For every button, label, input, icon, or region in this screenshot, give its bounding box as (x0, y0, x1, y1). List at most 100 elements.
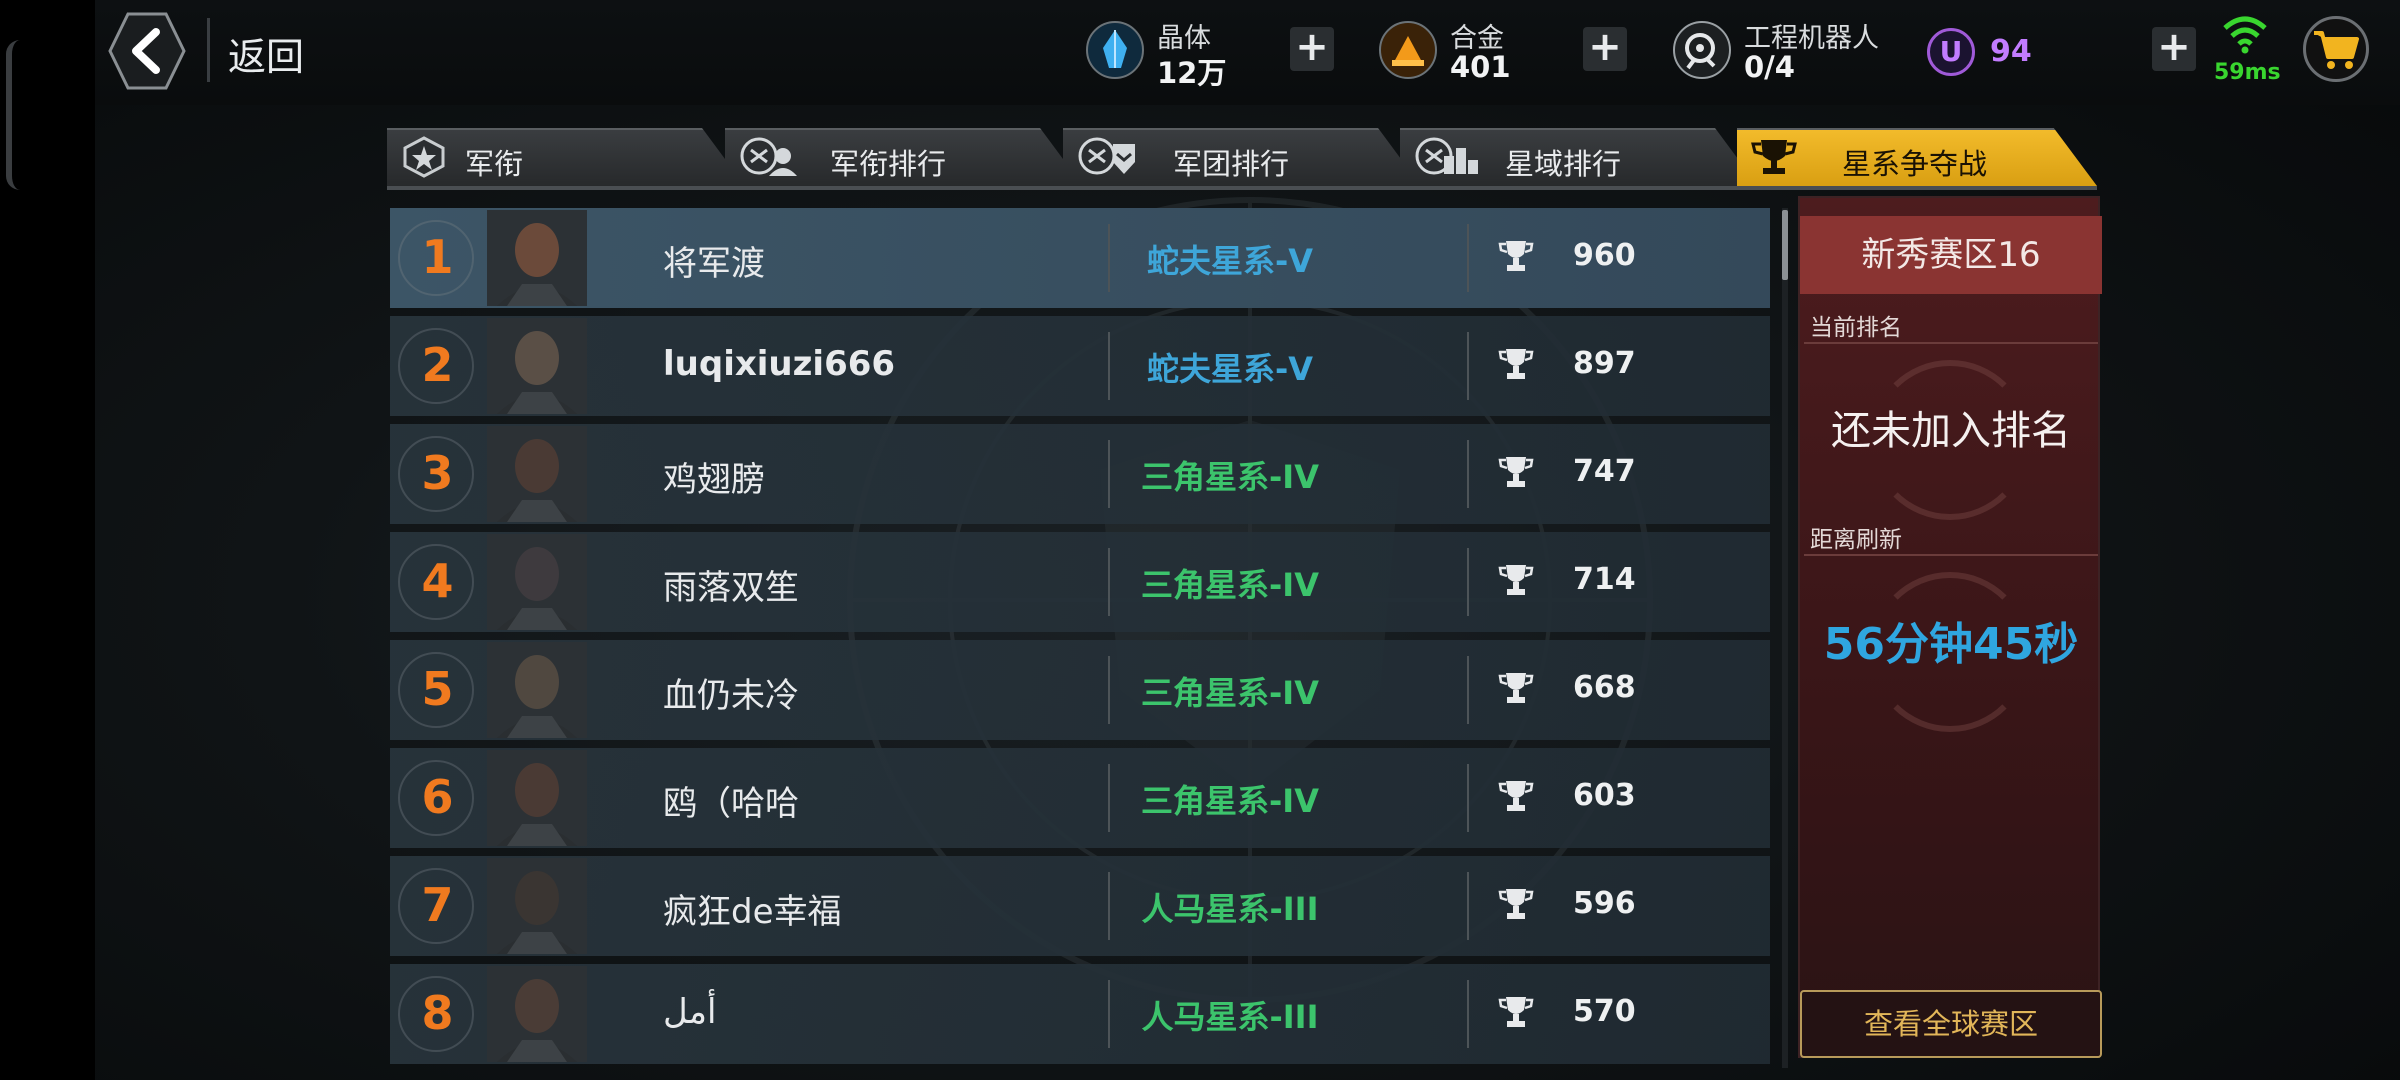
player-galaxy: 人马星系-III (1141, 890, 1319, 928)
avatar-portrait-icon (487, 426, 587, 522)
rank-badge-icon (403, 136, 445, 178)
trophy-icon (1498, 565, 1534, 595)
trophy-icon (1498, 349, 1534, 379)
tab-rank-leaderboard-label: 军衔排行 (830, 147, 947, 181)
player-galaxy: 三角星系-IV (1141, 458, 1319, 496)
player-galaxy: 蛇夫星系-V (1146, 242, 1314, 280)
rank-cell: 7 (390, 856, 485, 956)
rank-cell: 2 (390, 316, 485, 416)
leaderboard-row[interactable]: 3 鸡翅膀 三角星系-IV 747 (390, 424, 1770, 524)
trophy-icon (1498, 241, 1534, 271)
tab-galaxy-battle[interactable]: 星系争夺战 (1737, 128, 2097, 186)
player-name: luqixiuzi666 (663, 344, 896, 384)
player-avatar[interactable] (487, 966, 587, 1062)
tab-military-rank-label: 军衔 (465, 147, 524, 181)
rank-cell: 1 (390, 208, 485, 308)
player-name: 雨落双笙 (663, 568, 799, 608)
player-score: 747 (1573, 454, 1636, 489)
column-divider (1467, 656, 1469, 724)
player-score: 668 (1573, 670, 1636, 705)
rank-number: 7 (421, 878, 454, 932)
tab-underline (387, 186, 2097, 190)
crystal-icon (1086, 21, 1144, 79)
column-divider (1467, 440, 1469, 508)
leaderboard-row[interactable]: 7 疯狂de幸福 人马星系-III 596 (390, 856, 1770, 956)
zone-title: 新秀赛区16 (1800, 216, 2102, 294)
player-name: 鸡翅膀 (663, 460, 765, 500)
column-divider (1467, 224, 1469, 292)
zone-side-panel: 新秀赛区16 当前排名 还未加入排名 距离刷新 56分钟45秒 查看全球赛区 (1798, 196, 2102, 1058)
leaderboard-row[interactable]: 4 雨落双笙 三角星系-IV 714 (390, 532, 1770, 632)
add-alloy-button[interactable]: + (1583, 27, 1627, 71)
leaderboard-list[interactable]: 1 将军渡 蛇夫星系-V 960 2 luqixiuzi666 蛇夫星系-V 897 3 鸡翅膀三… (390, 208, 1770, 1080)
player-name: 血仍未冷 (663, 676, 799, 716)
player-name: 鸥（哈哈 (663, 784, 799, 824)
trophy-icon (1498, 673, 1534, 703)
column-divider (1467, 548, 1469, 616)
column-divider (1467, 764, 1469, 832)
player-avatar[interactable] (487, 318, 587, 414)
leaderboard-row[interactable]: 2 luqixiuzi666 蛇夫星系-V 897 (390, 316, 1770, 416)
tab-rank-leaderboard[interactable]: 军衔排行 (725, 128, 1083, 186)
scrollbar-thumb[interactable] (1782, 210, 1788, 280)
tab-military-rank[interactable]: 军衔 (387, 128, 745, 186)
back-arrow-icon (108, 12, 186, 90)
leaderboard-row[interactable]: 1 将军渡 蛇夫星系-V 960 (390, 208, 1770, 308)
leaderboard-row[interactable]: 8 أمل 人马星系-III 570 (390, 964, 1770, 1064)
avatar-portrait-icon (487, 966, 587, 1062)
legion-leaderboard-icon (1078, 137, 1135, 175)
current-rank-label: 当前排名 (1810, 315, 1902, 341)
cart-icon (2314, 31, 2359, 69)
player-galaxy: 人马星系-III (1141, 998, 1319, 1036)
trophy-icon (1498, 457, 1534, 487)
leaderboard-row[interactable]: 5 血仍未冷 三角星系-IV 668 (390, 640, 1770, 740)
tab-legion-leaderboard-label: 军团排行 (1173, 147, 1290, 181)
tab-galaxy-battle-label: 星系争夺战 (1842, 147, 1988, 181)
add-u-currency-button[interactable]: + (2152, 27, 2196, 71)
player-avatar[interactable] (487, 750, 587, 846)
player-galaxy: 蛇夫星系-V (1146, 350, 1314, 388)
refresh-countdown: 56分钟45秒 (1823, 619, 2079, 670)
rank-number: 3 (421, 446, 454, 500)
column-divider (1467, 332, 1469, 400)
trophy-icon (1498, 997, 1534, 1027)
alloy-value: 401 (1450, 50, 1511, 84)
tab-star-domain-leaderboard-label: 星域排行 (1505, 147, 1622, 181)
player-avatar[interactable] (487, 426, 587, 522)
avatar-portrait-icon (487, 318, 587, 414)
alloy-icon (1379, 21, 1437, 79)
view-global-zone-button[interactable]: 查看全球赛区 (1800, 990, 2102, 1058)
column-divider (1467, 980, 1469, 1048)
edge-handle[interactable] (6, 40, 20, 190)
wifi-icon (2223, 16, 2267, 54)
robot-value: 0/4 (1744, 50, 1795, 84)
crystal-value: 12万 (1157, 56, 1227, 90)
tab-star-domain-leaderboard[interactable]: 星域排行 (1400, 128, 1758, 186)
player-avatar[interactable] (487, 210, 587, 306)
player-name: 疯狂de幸福 (663, 892, 842, 932)
rank-number: 8 (421, 986, 454, 1040)
player-score: 570 (1573, 994, 1636, 1029)
player-score: 897 (1573, 346, 1636, 381)
rank-cell: 4 (390, 532, 485, 632)
column-divider (1467, 872, 1469, 940)
shop-cart-button[interactable] (2303, 16, 2369, 82)
leaderboard-row[interactable]: 6 鸥（哈哈 三角星系-IV 603 (390, 748, 1770, 848)
player-avatar[interactable] (487, 534, 587, 630)
player-galaxy: 三角星系-IV (1141, 566, 1319, 604)
player-avatar[interactable] (487, 642, 587, 738)
scrollbar-track[interactable] (1782, 208, 1788, 1068)
back-button[interactable] (108, 10, 186, 92)
avatar-portrait-icon (487, 642, 587, 738)
player-score: 960 (1573, 238, 1636, 273)
player-avatar[interactable] (487, 858, 587, 954)
trophy-icon (1751, 140, 1797, 174)
avatar-portrait-icon (487, 534, 587, 630)
tab-legion-leaderboard[interactable]: 军团排行 (1063, 128, 1421, 186)
refresh-label: 距离刷新 (1810, 527, 1902, 553)
add-crystal-button[interactable]: + (1290, 27, 1334, 71)
back-divider (207, 18, 210, 82)
star-domain-leaderboard-icon (1415, 137, 1478, 175)
back-label[interactable]: 返回 (228, 26, 304, 81)
divider (1804, 554, 2098, 556)
